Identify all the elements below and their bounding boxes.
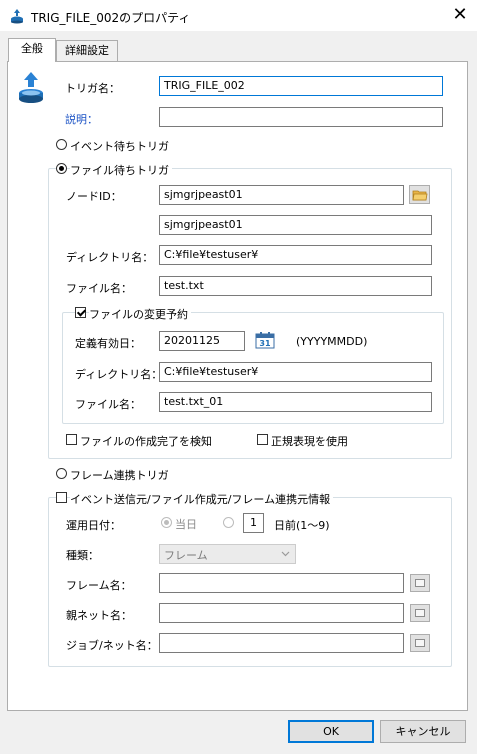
parent-net-browse-button[interactable] bbox=[410, 604, 430, 622]
kind-select[interactable]: フレーム bbox=[159, 544, 296, 564]
effective-date-input[interactable]: 20201125 bbox=[159, 331, 245, 351]
op-date-label: 運用日付： bbox=[66, 519, 121, 532]
tab-advanced[interactable]: 詳細設定 bbox=[56, 40, 118, 62]
frame-name-input[interactable] bbox=[159, 573, 404, 593]
detect-complete-label: ファイルの作成完了を検知 bbox=[80, 433, 215, 449]
change-reservation-label: ファイルの変更予約 bbox=[89, 306, 191, 322]
frame-name-browse-button[interactable] bbox=[410, 574, 430, 592]
chevron-down-icon bbox=[281, 551, 290, 557]
use-regex-label: 正規表現を使用 bbox=[271, 433, 351, 449]
today-label: 当日 bbox=[175, 518, 197, 531]
new-file-name-input[interactable]: test.txt_01 bbox=[159, 392, 432, 412]
frame-link-label: フレーム連携トリガ bbox=[70, 467, 172, 483]
kind-label: 種類： bbox=[66, 549, 99, 562]
cancel-button[interactable]: キャンセル bbox=[380, 720, 466, 743]
source-info-checkbox[interactable] bbox=[56, 492, 67, 503]
days-before-input[interactable]: 1 bbox=[243, 513, 264, 533]
days-before-radio[interactable] bbox=[223, 517, 234, 528]
use-regex-checkbox[interactable] bbox=[257, 434, 268, 445]
close-icon[interactable]: ✕ bbox=[448, 4, 472, 28]
file-name-label: ファイル名： bbox=[66, 282, 132, 295]
event-wait-radio[interactable] bbox=[56, 139, 67, 150]
job-net-browse-button[interactable] bbox=[410, 634, 430, 652]
job-net-label: ジョブ/ネット名： bbox=[66, 639, 158, 652]
node-id-resolved: sjmgrjpeast01 bbox=[159, 215, 432, 235]
browse-icon bbox=[415, 609, 425, 617]
directory-label: ディレクトリ名： bbox=[66, 251, 154, 264]
frame-link-radio[interactable] bbox=[56, 468, 67, 479]
ok-button[interactable]: OK bbox=[288, 720, 374, 743]
file-wait-label: ファイル待ちトリガ bbox=[70, 162, 172, 178]
frame-name-label: フレーム名： bbox=[66, 579, 132, 592]
calendar-icon[interactable]: 31 bbox=[255, 331, 275, 349]
browse-icon bbox=[415, 639, 425, 647]
file-wait-radio[interactable] bbox=[56, 163, 67, 174]
change-reservation-checkbox[interactable] bbox=[75, 307, 86, 318]
days-before-label: 日前(1〜9) bbox=[274, 519, 330, 532]
browse-folder-button[interactable] bbox=[409, 185, 430, 204]
trigger-app-icon bbox=[11, 9, 23, 24]
directory-input[interactable]: C:¥file¥testuser¥ bbox=[159, 245, 432, 265]
parent-net-input[interactable] bbox=[159, 603, 404, 623]
trigger-name-input[interactable]: TRIG_FILE_002 bbox=[159, 76, 443, 96]
file-name-input[interactable]: test.txt bbox=[159, 276, 432, 296]
svg-text:31: 31 bbox=[259, 339, 271, 348]
date-format-hint: (YYYYMMDD) bbox=[296, 335, 368, 348]
parent-net-label: 親ネット名： bbox=[66, 609, 132, 622]
new-file-name-label: ファイル名： bbox=[75, 398, 141, 411]
today-radio[interactable] bbox=[161, 517, 172, 528]
trigger-name-label: トリガ名： bbox=[65, 82, 120, 95]
tab-general[interactable]: 全般 bbox=[8, 38, 56, 62]
source-info-label: イベント送信元/ファイル作成元/フレーム連携元情報 bbox=[70, 491, 334, 507]
job-net-input[interactable] bbox=[159, 633, 404, 653]
new-directory-label: ディレクトリ名： bbox=[75, 368, 163, 381]
browse-icon bbox=[415, 579, 425, 587]
description-label: 説明： bbox=[65, 113, 98, 126]
new-directory-input[interactable]: C:¥file¥testuser¥ bbox=[159, 362, 432, 382]
node-id-label: ノードID： bbox=[66, 190, 122, 203]
detect-complete-checkbox[interactable] bbox=[66, 434, 77, 445]
trigger-large-icon bbox=[19, 72, 43, 103]
folder-icon bbox=[412, 190, 428, 201]
event-wait-label: イベント待ちトリガ bbox=[70, 138, 172, 154]
kind-select-value: フレーム bbox=[164, 549, 208, 562]
effective-date-label: 定義有効日： bbox=[75, 337, 141, 350]
description-input[interactable] bbox=[159, 107, 443, 127]
node-id-input[interactable]: sjmgrjpeast01 bbox=[159, 185, 404, 205]
window-title: TRIG_FILE_002のプロパティ bbox=[31, 11, 191, 25]
